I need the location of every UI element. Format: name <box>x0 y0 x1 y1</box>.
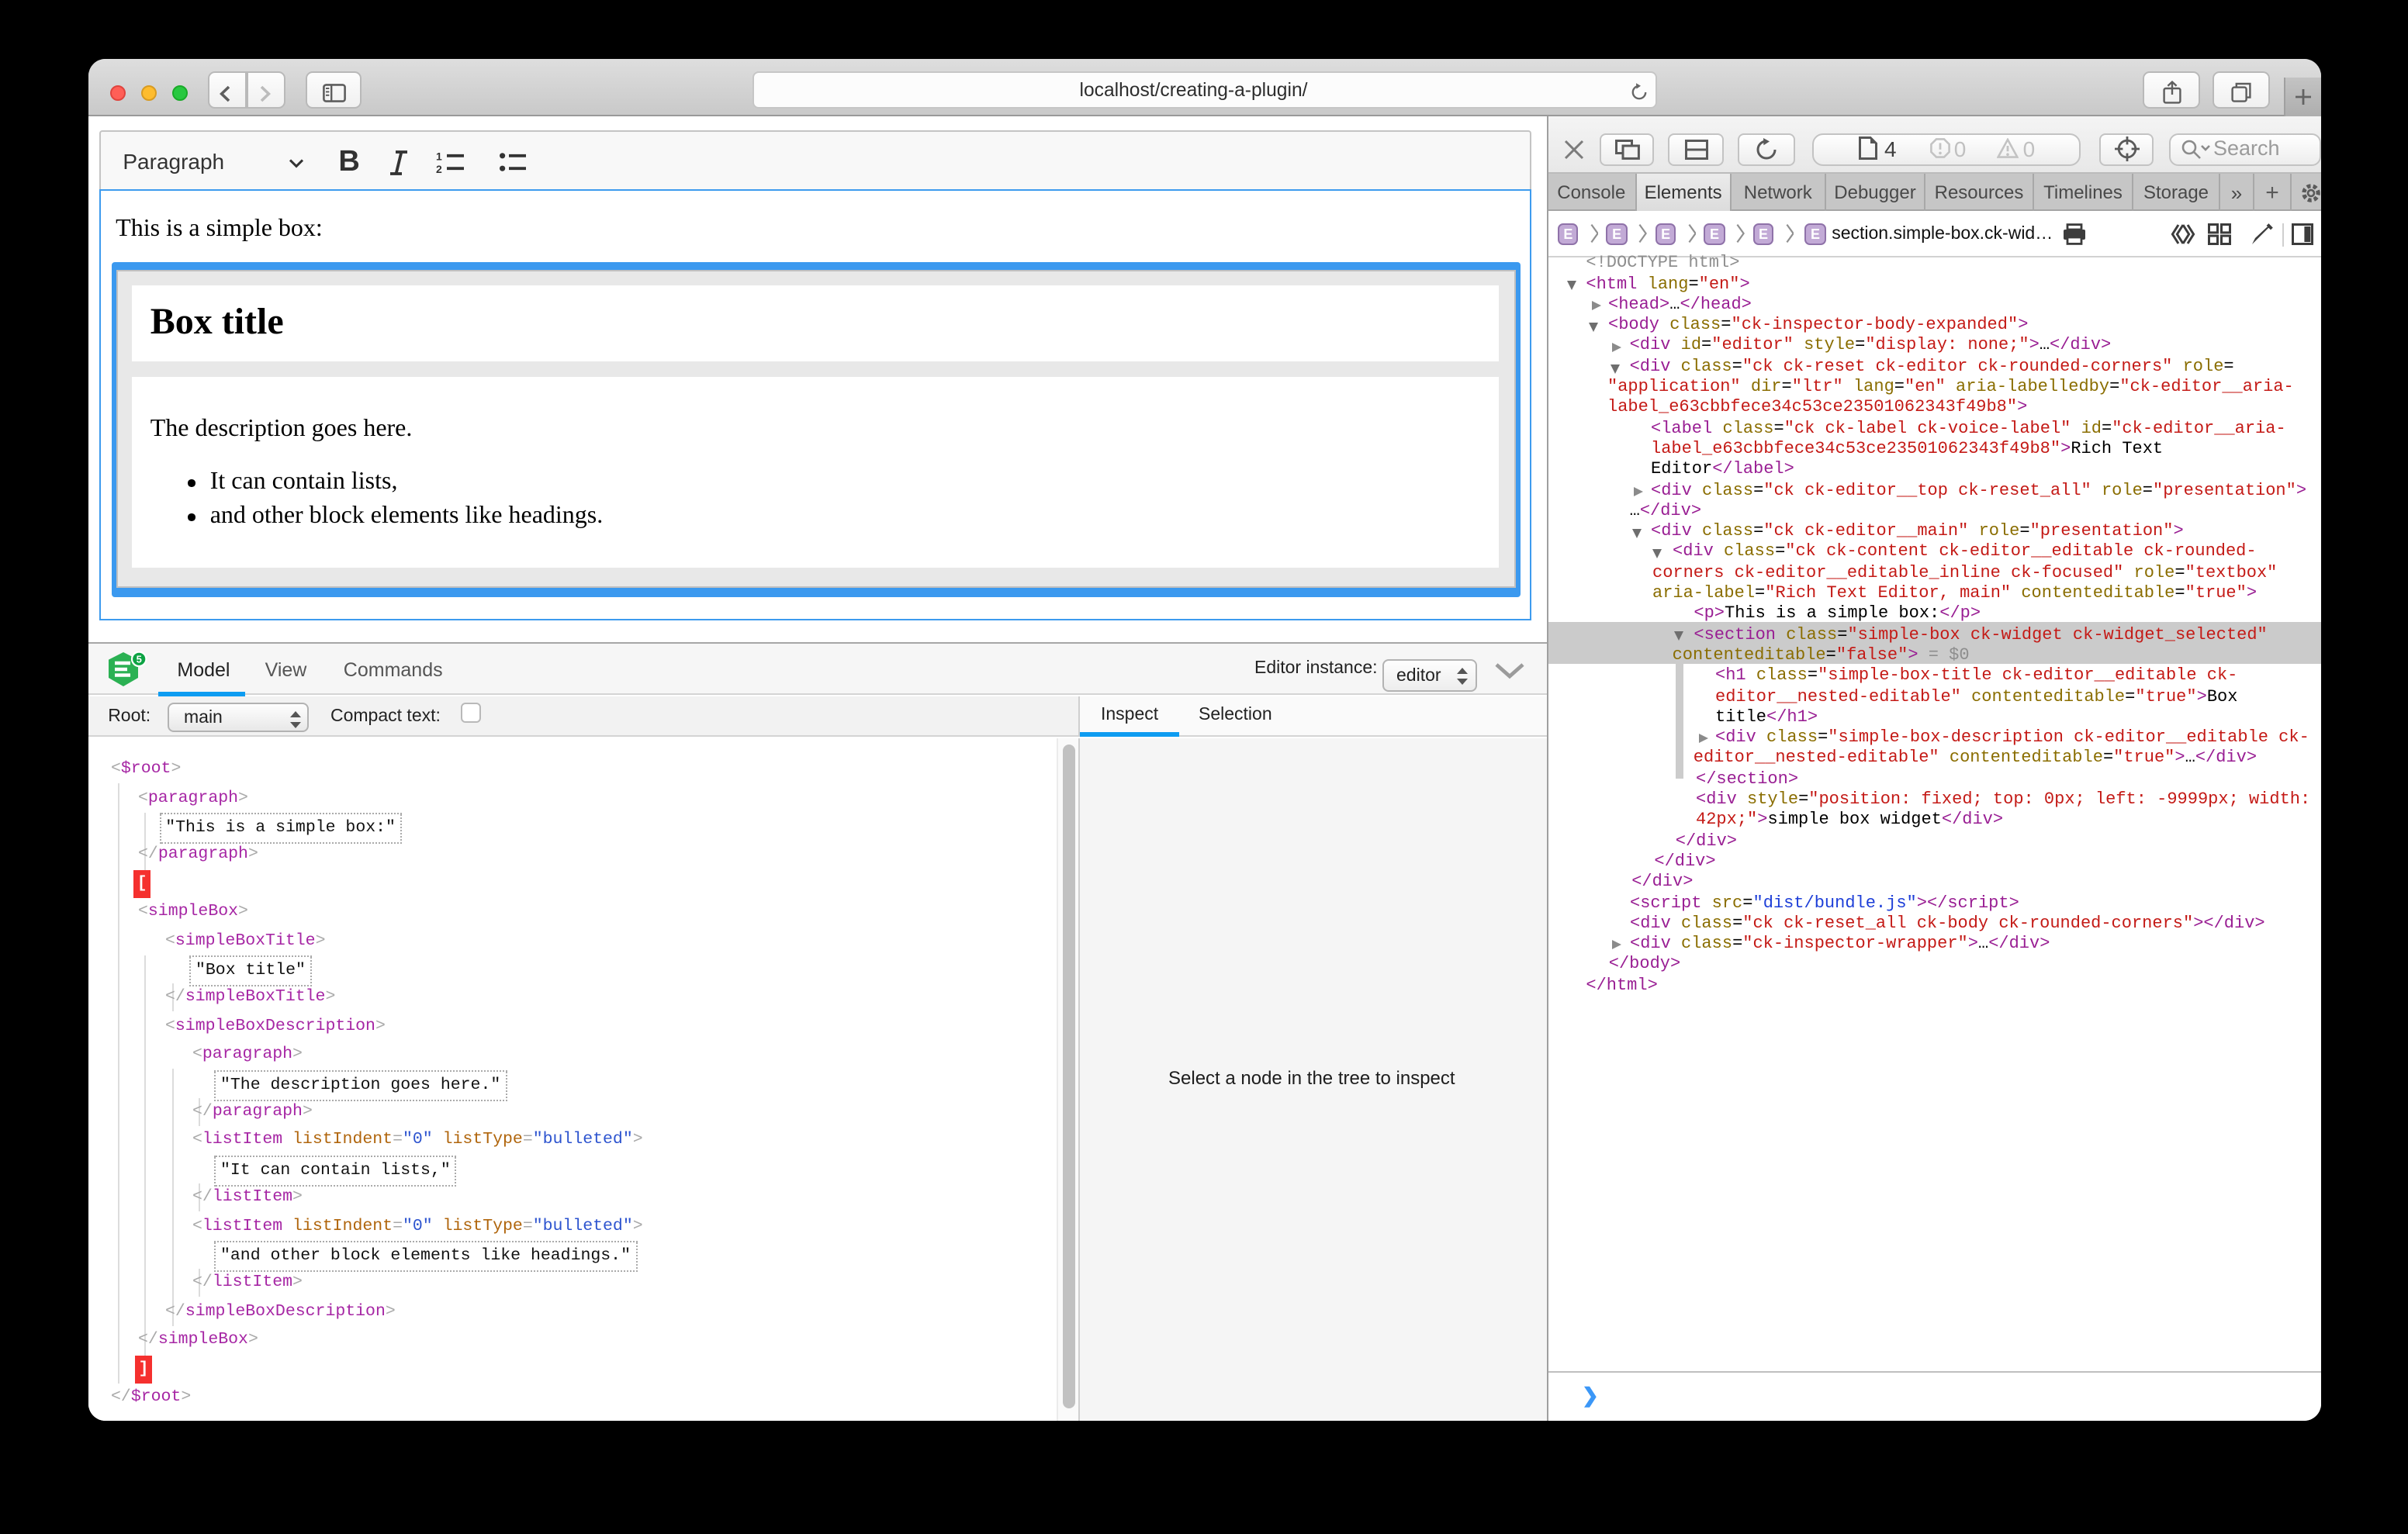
svg-text:1: 1 <box>437 150 443 162</box>
svg-text:2: 2 <box>437 162 443 173</box>
svg-text:5: 5 <box>137 654 142 665</box>
